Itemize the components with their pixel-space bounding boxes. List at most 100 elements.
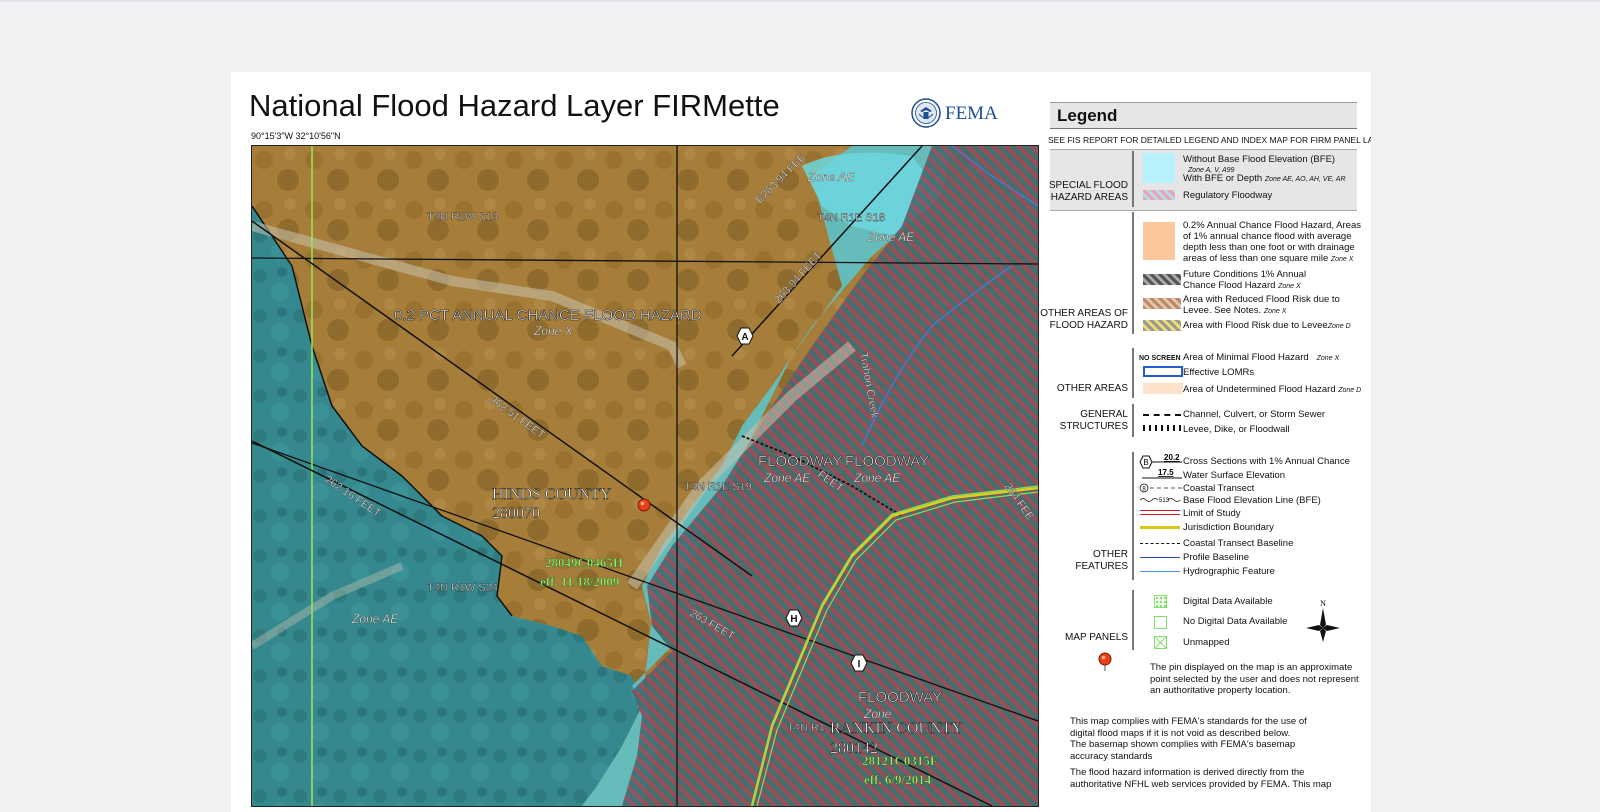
map-legend: Legend SEE FIS REPORT FOR DETAILED LEGEN… — [1040, 102, 1371, 812]
swatch-channel — [1143, 414, 1181, 416]
bfe-line-icon: 513 — [1140, 498, 1181, 504]
svg-text:N: N — [1320, 599, 1326, 608]
swatch-levee — [1143, 425, 1181, 431]
zone-label: Zone AE — [807, 170, 855, 184]
legend-item: Unmapped — [1183, 637, 1230, 648]
swatch-hydro — [1140, 571, 1180, 572]
compliance-note: This map complies with FEMA's standards … — [1070, 716, 1307, 762]
swatch-digital-data — [1154, 595, 1167, 608]
legend-item: Chance Flood Hazard Zone X — [1183, 280, 1301, 291]
unmapped-icon — [1154, 636, 1167, 649]
legend-item: depth less than one foot or with drainag… — [1183, 242, 1355, 253]
legend-item: Area of Minimal Flood Hazard Zone X — [1183, 352, 1340, 363]
swatch-coastal-baseline — [1140, 543, 1180, 544]
legend-item: Profile Baseline — [1183, 552, 1250, 563]
legend-item: Area with Flood Risk due to LeveeZone D — [1183, 320, 1351, 331]
county-name: RANKIN COUNTY — [830, 720, 963, 737]
county-name: HINDS COUNTY — [492, 486, 612, 503]
category-other-features: OTHER FEATURES — [1075, 549, 1128, 572]
zone-label: Zone X — [533, 324, 574, 338]
panel-effective-date: eff. 11/18/2009 — [540, 574, 620, 589]
page-title: National Flood Hazard Layer FIRMette — [249, 88, 780, 123]
swatch-zone-x — [1143, 222, 1175, 260]
legend-item: Levee, Dike, or Floodwall — [1183, 424, 1290, 435]
firmette-page: National Flood Hazard Layer FIRMette 90°… — [231, 72, 1371, 812]
floodway-label: FLOODWAY — [845, 453, 929, 470]
pin-note: The pin displayed on the map is an appro… — [1150, 662, 1359, 696]
svg-text:I: I — [858, 659, 861, 670]
section-label: T4N R1W S24 — [427, 582, 498, 594]
swatch-lomr — [1143, 366, 1183, 377]
divider — [1132, 404, 1134, 437]
swatch-jurisdiction — [1140, 526, 1180, 529]
legend-header: Legend — [1050, 102, 1357, 129]
legend-item: of 1% annual chance flood with average — [1183, 231, 1352, 242]
legend-item: No Digital Data Available — [1183, 616, 1288, 627]
flood-map[interactable]: T4N R1W S13 T4N R1E S18 T4N R1E S19 T4N … — [251, 145, 1039, 807]
divider — [1132, 151, 1134, 207]
flood-hazard-label: 0.2 PCT ANNUAL CHANCE FLOOD HAZARD — [394, 307, 702, 324]
cross-section-legend-icon: B 20.2 17.5 — [1139, 454, 1182, 479]
legend-item: Water Surface Elevation — [1183, 470, 1286, 481]
legend-item: Coastal Transect — [1183, 483, 1255, 494]
zone-label: Zone AE — [867, 230, 915, 244]
swatch-undetermined — [1143, 383, 1183, 394]
divider — [1132, 212, 1134, 334]
legend-item: areas of less than one square mile Zone … — [1183, 253, 1354, 264]
legend-item: Coastal Transect Baseline — [1183, 538, 1294, 549]
category-special-flood: SPECIAL FLOOD HAZARD AREAS — [1048, 180, 1128, 203]
zone-label: Zone — [863, 707, 892, 721]
category-other-areas: OTHER AREAS — [1056, 383, 1128, 394]
county-code: 280070 — [492, 505, 540, 522]
no-screen-label: NO SCREEN — [1139, 355, 1181, 362]
divider — [1132, 590, 1134, 650]
top-bar — [0, 0, 1600, 2]
legend-item: Digital Data Available — [1183, 596, 1273, 607]
svg-text:A: A — [741, 332, 748, 343]
divider — [1132, 348, 1134, 398]
flood-map-canvas[interactable]: T4N R1W S13 T4N R1E S18 T4N R1E S19 T4N … — [252, 146, 1038, 806]
legend-item: Levee. See Notes. Zone X — [1183, 305, 1287, 316]
swatch-levee-risk — [1143, 320, 1181, 331]
svg-text:17.5: 17.5 — [1158, 468, 1174, 477]
panel-number: 28049C0465H — [545, 555, 623, 570]
cross-section-marker[interactable]: H — [785, 609, 803, 627]
zone-label: Zone AE — [853, 471, 901, 485]
category-map-panels: MAP PANELS — [1065, 632, 1128, 643]
legend-item: With BFE or Depth Zone AE, AO, AH, VE, A… — [1183, 173, 1346, 184]
swatch-reduced-risk — [1143, 298, 1181, 309]
coastal-transect-icon: 8 — [1139, 483, 1182, 493]
divider — [1132, 452, 1134, 580]
map-coordinates: 90°15'3"W 32°10'56"N — [251, 131, 341, 141]
north-arrow-icon: N — [1306, 599, 1340, 642]
floodway-label: FLOODWAY — [758, 453, 842, 470]
zone-label: Zone AE — [351, 612, 399, 626]
legend-item: Channel, Culvert, or Storm Sewer — [1183, 409, 1326, 420]
category-general-structures: GENERAL STRUCTURES — [1059, 409, 1128, 432]
category-other-areas-hazard: OTHER AREAS OF FLOOD HAZARD — [1040, 308, 1128, 331]
svg-text:20.2: 20.2 — [1164, 454, 1180, 462]
cross-section-marker[interactable]: A — [736, 327, 754, 345]
legend-subtitle: SEE FIS REPORT FOR DETAILED LEGEND AND I… — [1048, 135, 1371, 145]
dhs-seal-icon — [911, 98, 941, 128]
cross-section-marker[interactable]: I — [850, 654, 868, 672]
zone-label: Zone AE — [763, 471, 811, 485]
section-label: T4N R1 — [787, 722, 825, 734]
swatch-no-digital-data — [1154, 616, 1167, 629]
legend-item: Hydrographic Feature — [1183, 566, 1275, 577]
location-pin-icon[interactable] — [637, 498, 651, 512]
nfhl-note: The flood hazard information is derived … — [1070, 767, 1332, 790]
swatch-profile-baseline — [1140, 557, 1180, 558]
legend-item: Limit of Study — [1183, 508, 1241, 519]
swatch-limit-of-study — [1140, 510, 1180, 515]
legend-item: Base Flood Elevation Line (BFE) — [1183, 495, 1321, 506]
section-label: T4N R1E S19 — [684, 481, 752, 493]
legend-item: Jurisdiction Boundary — [1183, 522, 1274, 533]
panel-number: 28121C0315F — [862, 753, 938, 768]
legend-title: Legend — [1057, 106, 1118, 125]
swatch-floodway — [1143, 190, 1175, 200]
legend-item: Regulatory Floodway — [1183, 190, 1273, 201]
legend-item: Future Conditions 1% Annual — [1183, 269, 1307, 280]
section-label: T4N R1E S18 — [817, 212, 885, 224]
location-pin-legend-icon — [1098, 652, 1112, 671]
